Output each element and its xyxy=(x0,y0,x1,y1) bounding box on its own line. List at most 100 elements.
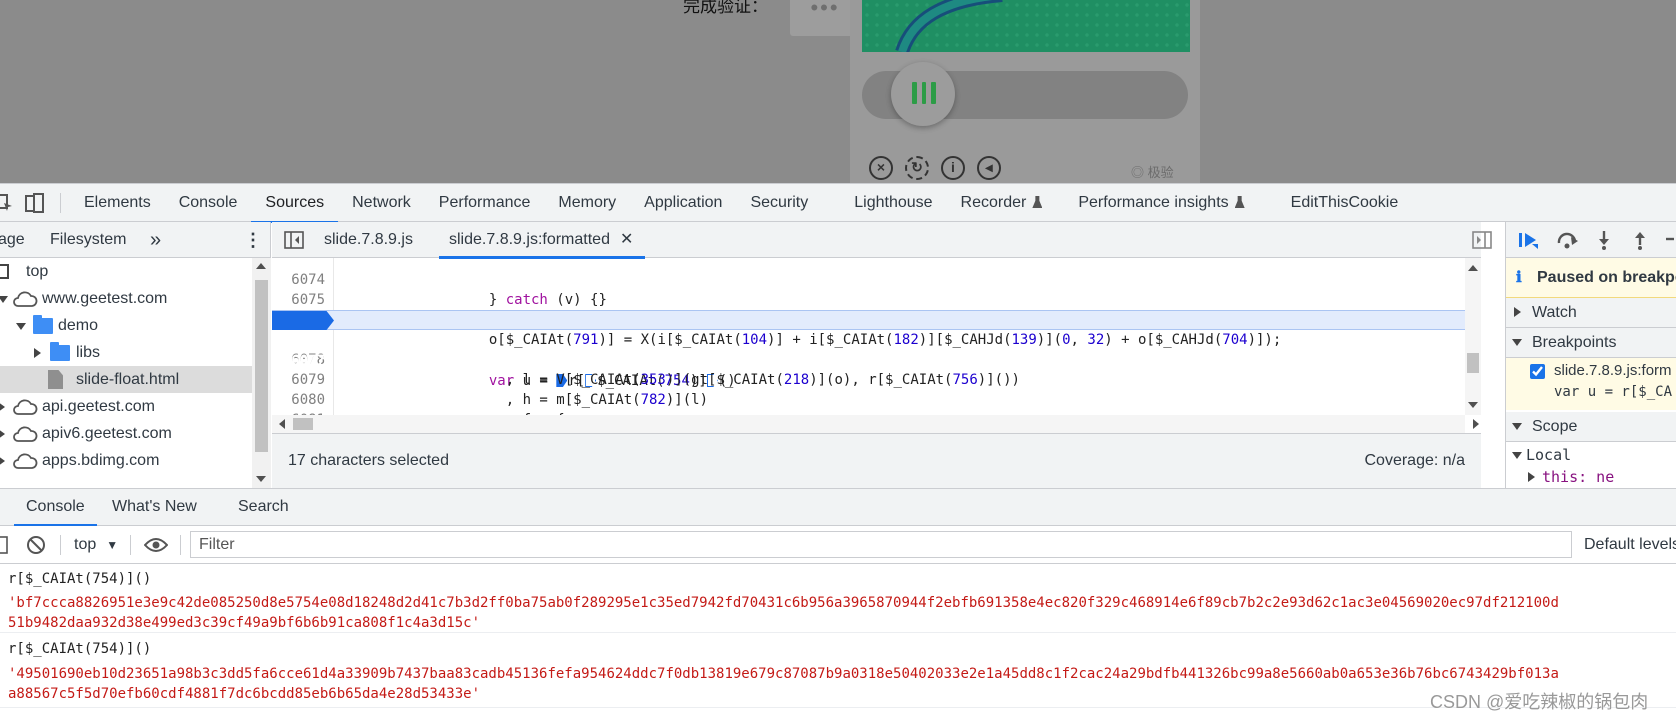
more-tabs-icon[interactable]: » xyxy=(150,222,161,258)
resume-icon[interactable] xyxy=(1518,231,1540,249)
folder-icon xyxy=(33,315,53,334)
tree-item-apiv6-geetest[interactable]: apiv6.geetest.com xyxy=(0,420,252,447)
scroll-up-icon[interactable] xyxy=(256,262,266,270)
tab-editthiscookie[interactable]: EditThisCookie xyxy=(1259,184,1413,222)
log-levels-dropdown[interactable]: Default levels xyxy=(1584,536,1676,554)
inspected-page: 完成验证： ••• × ↻ i ◂ ◎ 极验 xyxy=(0,0,1676,183)
breakpoint-item[interactable]: slide.7.8.9.js:form var u = r[$_CA xyxy=(1506,358,1676,410)
editor-tab-slide-formatted[interactable]: slide.7.8.9.js:formatted ✕ xyxy=(438,222,646,259)
drawer-tab-whats-new[interactable]: What's New xyxy=(112,489,197,525)
close-icon[interactable]: × xyxy=(869,156,893,180)
step-into-icon[interactable] xyxy=(1596,230,1612,250)
info-icon[interactable]: i xyxy=(941,156,965,180)
experiment-icon xyxy=(1234,196,1245,208)
console-result-continued[interactable]: a88567c5f5d70efb60cdf4881f7dc6bcdd85eb6b… xyxy=(0,684,1676,704)
code-line: 6079 , h = m[$_CAIAt(782)](l) xyxy=(291,372,709,408)
tree-item-www-geetest[interactable]: www.geetest.com xyxy=(0,285,252,312)
scroll-left-icon[interactable] xyxy=(278,419,286,429)
tab-network[interactable]: Network xyxy=(338,184,425,222)
watermark: CSDN @爱吃辣椒的锅包肉 xyxy=(1430,692,1649,712)
tab-lighthouse[interactable]: Lighthouse xyxy=(822,184,946,222)
more-options-icon[interactable]: ⋮ xyxy=(244,222,262,258)
editor-vertical-scrollbar[interactable] xyxy=(1465,258,1481,415)
chevron-down-icon xyxy=(1512,423,1522,430)
console-result-continued[interactable]: 51b9482daa932d38e499ed3c39cf49a9bf6b6b91… xyxy=(0,613,1676,633)
slider-handle[interactable] xyxy=(891,62,955,126)
toggle-navigator-icon[interactable] xyxy=(284,231,304,249)
clear-console-icon[interactable] xyxy=(26,535,46,555)
console-result[interactable]: 'bf7ccca8826951e3e9c42de085250d8e5754e08… xyxy=(0,593,1676,613)
tab-page[interactable]: age xyxy=(0,222,25,258)
refresh-icon[interactable]: ↻ xyxy=(905,156,929,180)
scroll-up-icon[interactable] xyxy=(1468,264,1478,272)
scope-local[interactable]: Local xyxy=(1506,444,1676,466)
cloud-icon xyxy=(13,453,38,469)
tab-filesystem[interactable]: Filesystem xyxy=(50,222,126,258)
breakpoint-marker[interactable] xyxy=(272,311,334,330)
drawer-tab-console[interactable]: Console xyxy=(14,489,97,526)
eye-icon[interactable] xyxy=(144,537,168,553)
tree-item-libs[interactable]: libs xyxy=(0,339,252,366)
step-icon[interactable] xyxy=(1666,230,1676,250)
scope-section-header[interactable]: Scope xyxy=(1506,412,1676,442)
watch-section-header[interactable]: Watch xyxy=(1506,298,1676,328)
step-over-icon[interactable] xyxy=(1556,231,1580,249)
close-tab-icon[interactable]: ✕ xyxy=(620,231,633,248)
tab-recorder[interactable]: Recorder xyxy=(947,184,1057,222)
console-filter-input[interactable] xyxy=(190,531,1572,558)
code-line: 6081 "\u0067\u0074": i[$_CAIAt(104)], xyxy=(272,390,1472,433)
coverage-status[interactable]: Coverage: n/a xyxy=(1364,452,1465,470)
code-view[interactable]: 6074 } catch (v) {} 6075 i[$_CAHJd(128)]… xyxy=(272,258,1481,433)
scroll-right-icon[interactable] xyxy=(1472,419,1480,429)
audio-icon[interactable]: ◂ xyxy=(977,156,1001,180)
chevron-down-icon xyxy=(1512,452,1522,459)
inspect-element-icon[interactable] xyxy=(0,192,14,214)
cloud-icon xyxy=(13,426,38,442)
scope-this[interactable]: this: ne xyxy=(1506,466,1676,488)
code-line: 6078 , l = V[$_CAIAt(353)](gt[$_CAIAt(21… xyxy=(291,352,1020,388)
console-command: r[$_CAIAt(754)]() xyxy=(8,571,152,587)
tree-item-apps-bdimg[interactable]: apps.bdimg.com xyxy=(0,447,252,474)
scroll-down-icon[interactable] xyxy=(256,475,266,483)
drawer-tab-search[interactable]: Search xyxy=(238,489,289,525)
editor-tab-slide-js[interactable]: slide.7.8.9.js xyxy=(324,222,413,258)
step-out-icon[interactable] xyxy=(1632,230,1648,250)
dropdown-arrow-icon: ▼ xyxy=(106,538,119,552)
breakpoints-section-header[interactable]: Breakpoints xyxy=(1506,328,1676,358)
paused-banner: ℹ Paused on breakpo xyxy=(1506,258,1676,298)
tab-console[interactable]: Console xyxy=(165,184,252,222)
chevron-right-icon xyxy=(0,429,5,439)
tab-memory[interactable]: Memory xyxy=(544,184,630,222)
code-line: 6075 i[$_CAHJd(128)] && (o[$_CAIAt(223)]… xyxy=(291,292,834,328)
tab-security[interactable]: Security xyxy=(736,184,822,222)
tab-application[interactable]: Application xyxy=(630,184,736,222)
tree-item-api-geetest[interactable]: api.geetest.com xyxy=(0,393,252,420)
sidebar-toggle-icon[interactable] xyxy=(0,536,8,554)
brand-logo: ◎ 极验 xyxy=(1131,165,1174,180)
tree-item-top[interactable]: top xyxy=(0,258,252,285)
navigator-scrollbar[interactable] xyxy=(252,258,271,488)
device-toolbar-icon[interactable] xyxy=(24,192,46,214)
page-text: 完成验证： xyxy=(683,0,768,16)
editor-horizontal-scrollbar[interactable] xyxy=(272,415,1479,433)
scroll-down-icon[interactable] xyxy=(1468,401,1478,409)
file-tree: top www.geetest.com demo libs slide-floa… xyxy=(0,258,252,488)
folder-icon xyxy=(50,342,70,361)
toggle-debugger-icon[interactable] xyxy=(1472,231,1492,249)
chevron-right-icon xyxy=(0,456,5,466)
captcha-image xyxy=(862,0,1190,52)
tab-performance[interactable]: Performance xyxy=(425,184,545,222)
tree-item-slide-float[interactable]: slide-float.html xyxy=(0,366,252,393)
editor-status-bar: 17 characters selected Coverage: n/a xyxy=(272,433,1481,488)
context-selector[interactable]: top ▼ xyxy=(74,536,118,554)
experiment-icon xyxy=(1032,196,1043,208)
cloud-icon xyxy=(13,399,38,415)
tree-item-demo[interactable]: demo xyxy=(0,312,252,339)
chevron-down-icon xyxy=(16,323,26,330)
tab-sources[interactable]: Sources xyxy=(251,184,338,223)
breakpoint-checkbox[interactable] xyxy=(1530,364,1545,379)
chevron-down-icon xyxy=(1512,339,1522,346)
tab-elements[interactable]: Elements xyxy=(70,184,165,222)
console-result[interactable]: '49501690eb10d23651a98b3c3dd5fa6cce61d4a… xyxy=(0,664,1676,684)
tab-performance-insights[interactable]: Performance insights xyxy=(1056,184,1258,222)
